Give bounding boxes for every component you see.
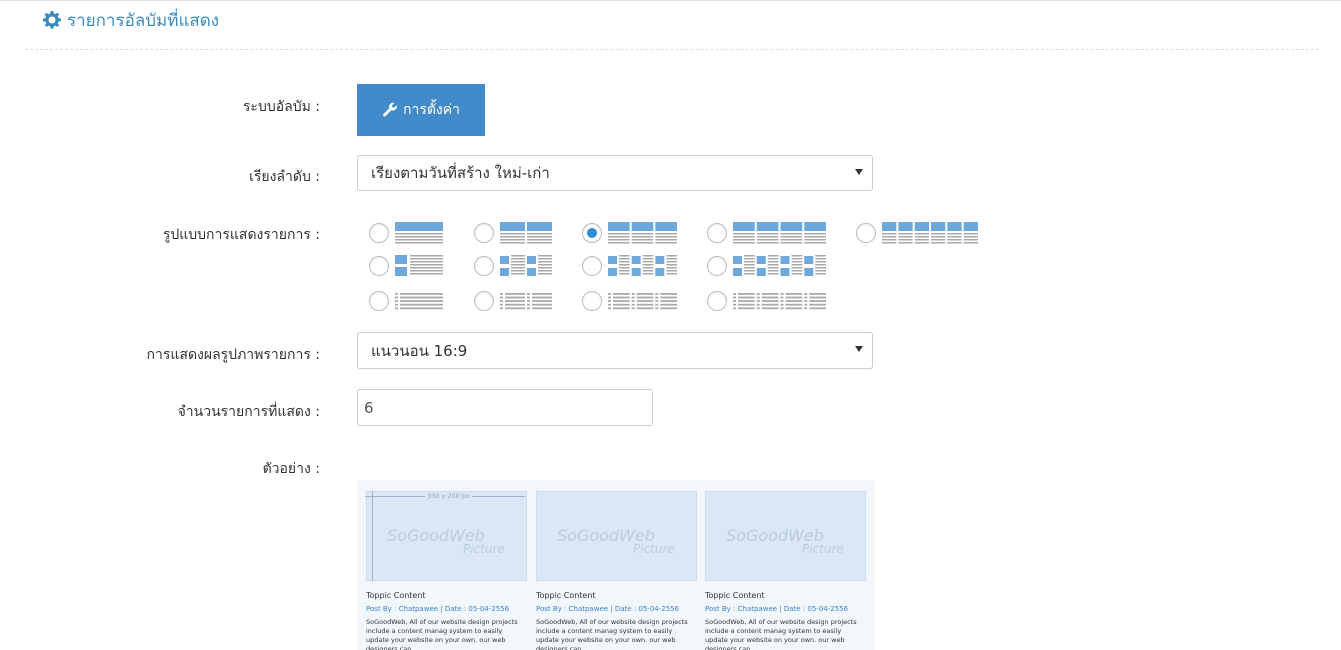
preview-card-meta: Post By : Chatpawee | Date : 05-04-2556 [536, 605, 680, 613]
layout-option-4[interactable] [707, 222, 826, 244]
layout-thumbnail-icon [395, 222, 443, 244]
divider [25, 49, 1319, 50]
layout-option-5[interactable] [856, 222, 978, 244]
layout-option-1[interactable] [369, 222, 443, 244]
layout-thumbnail-icon [395, 255, 443, 276]
layout-option-7[interactable] [474, 255, 552, 277]
section-title: รายการอัลบัมที่แสดง [67, 10, 220, 31]
radio-button[interactable] [474, 223, 494, 243]
layout-option-12[interactable] [582, 290, 677, 312]
layout-option-6[interactable] [369, 255, 443, 277]
image-display-select-value: แนวนอน 16:9 [371, 341, 468, 360]
layout-option-3[interactable] [582, 222, 677, 244]
layout-option-10[interactable] [369, 290, 443, 312]
image-display-label: การแสดงผลรูปภาพรายการ : [146, 347, 320, 363]
layout-thumbnail-icon [882, 222, 978, 244]
preview-card: SoGoodWeb Picture Toppic Content Post By… [705, 491, 866, 650]
top-border [0, 0, 1341, 1]
preview-card: SoGoodWeb Picture Toppic Content Post By… [366, 491, 527, 650]
preview-card-title: Toppic Content [366, 591, 426, 600]
preview-card-desc: SoGoodWeb, All of our website design pro… [536, 618, 688, 650]
preview-card: SoGoodWeb Picture Toppic Content Post By… [536, 491, 697, 650]
image-display-select[interactable]: แนวนอน 16:9 [357, 332, 873, 369]
item-count-value: 6 [364, 398, 374, 417]
layout-option-13[interactable] [707, 290, 826, 312]
radio-button[interactable] [474, 291, 494, 311]
item-count-label: จำนวนรายการที่แสดง : [177, 404, 320, 420]
preview-card-desc: SoGoodWeb, All of our website design pro… [705, 618, 857, 650]
watermark-sub: Picture [633, 542, 675, 556]
section-header: รายการอัลบัมที่แสดง [42, 8, 219, 32]
layout-thumbnail-icon [500, 293, 552, 310]
preview-card-title: Toppic Content [536, 591, 596, 600]
example-label: ตัวอย่าง : [262, 461, 320, 477]
layout-thumbnail-icon [733, 293, 826, 310]
layout-thumbnail-icon [608, 222, 677, 244]
layout-option-9[interactable] [707, 255, 826, 277]
layout-thumbnail-icon [733, 255, 826, 276]
preview-card-desc: SoGoodWeb, All of our website design pro… [366, 618, 518, 650]
settings-button-label: การตั้งค่า [402, 102, 460, 118]
sort-select[interactable]: เรียงตามวันที่สร้าง ใหม่-เก่า [357, 155, 873, 191]
preview-picture: SoGoodWeb Picture [366, 491, 527, 581]
sort-label: เรียงลำดับ : [249, 169, 320, 185]
dimension-line [372, 491, 373, 581]
radio-button[interactable] [369, 291, 389, 311]
radio-button[interactable] [474, 256, 494, 276]
wrench-icon [383, 102, 397, 117]
caret-down-icon [855, 169, 863, 175]
layout-label: รูปแบบการแสดงรายการ : [162, 227, 320, 243]
layout-thumbnail-icon [608, 293, 677, 310]
caret-down-icon [855, 346, 863, 352]
sort-select-value: เรียงตามวันที่สร้าง ใหม่-เก่า [371, 164, 550, 182]
watermark-sub: Picture [802, 542, 844, 556]
radio-button[interactable] [582, 291, 602, 311]
preview-card-meta: Post By : Chatpawee | Date : 05-04-2556 [366, 605, 510, 613]
gear-icon [43, 11, 61, 29]
dimension-label: 330 x 200 px [425, 492, 472, 500]
layout-thumbnail-icon [733, 222, 826, 244]
layout-option-8[interactable] [582, 255, 677, 277]
radio-button[interactable] [369, 256, 389, 276]
radio-button[interactable] [856, 223, 876, 243]
watermark-sub: Picture [463, 542, 505, 556]
radio-button[interactable] [707, 291, 727, 311]
layout-thumbnail-icon [395, 293, 443, 310]
preview-card-title: Toppic Content [705, 591, 765, 600]
item-count-input[interactable]: 6 [357, 389, 653, 426]
layout-thumbnail-icon [608, 255, 677, 276]
preview-picture: SoGoodWeb Picture [536, 491, 697, 581]
layout-option-11[interactable] [474, 290, 552, 312]
layout-option-2[interactable] [474, 222, 552, 244]
radio-button[interactable] [582, 256, 602, 276]
radio-button[interactable] [582, 223, 602, 243]
radio-button[interactable] [707, 256, 727, 276]
radio-button[interactable] [707, 223, 727, 243]
layout-thumbnail-icon [500, 255, 552, 276]
radio-button[interactable] [369, 223, 389, 243]
album-system-label: ระบบอัลบัม : [242, 99, 320, 115]
settings-button[interactable]: การตั้งค่า [357, 84, 485, 136]
layout-preview: SoGoodWeb Picture Toppic Content Post By… [357, 480, 875, 650]
layout-thumbnail-icon [500, 222, 552, 244]
preview-card-meta: Post By : Chatpawee | Date : 05-04-2556 [705, 605, 849, 613]
preview-picture: SoGoodWeb Picture [705, 491, 866, 581]
